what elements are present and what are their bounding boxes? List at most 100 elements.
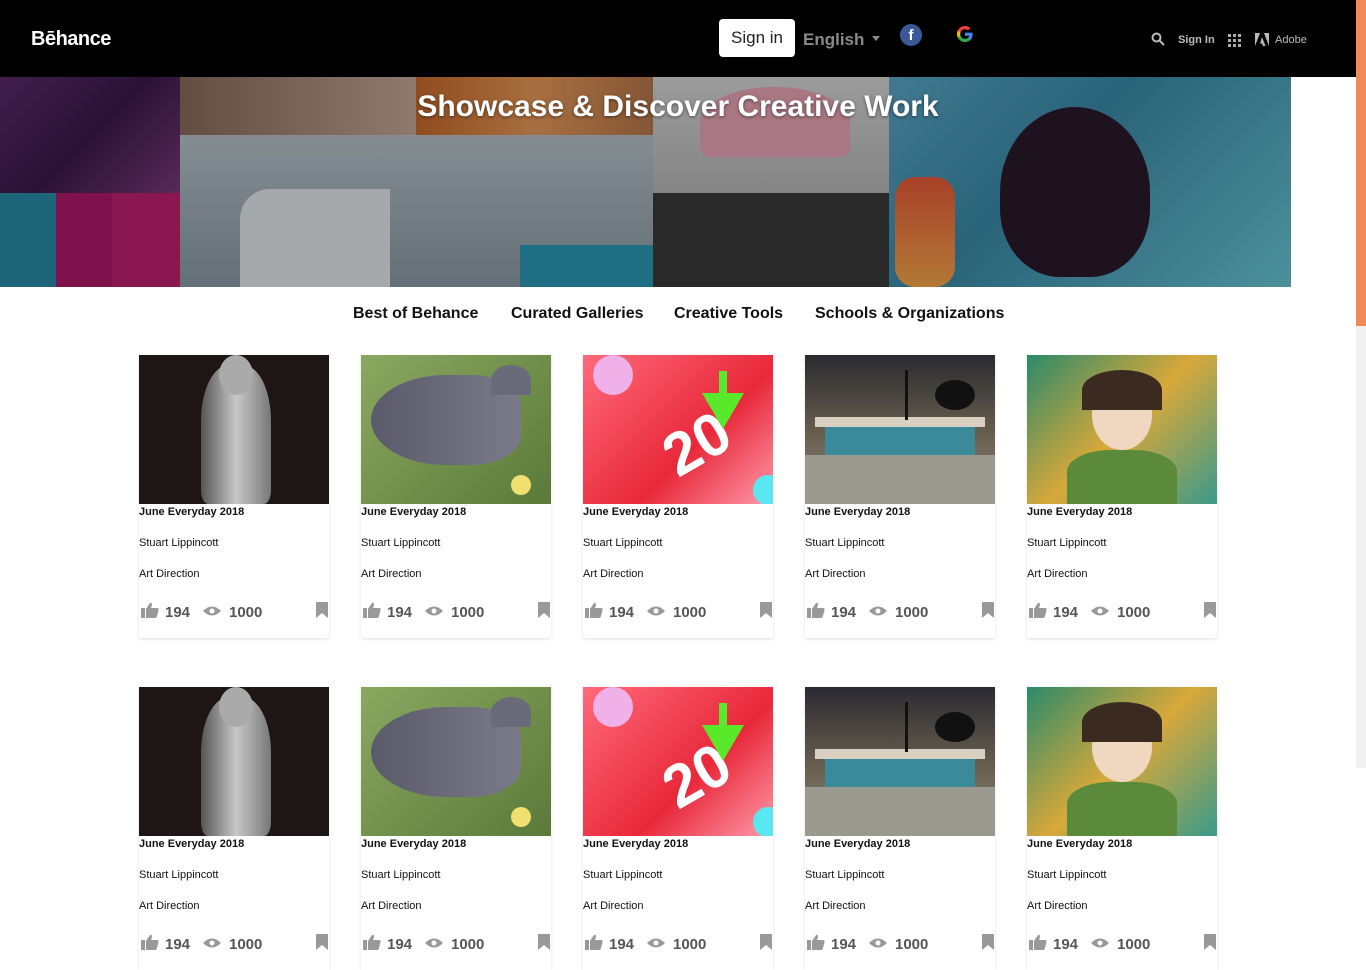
project-title[interactable]: June Everyday 2018 <box>139 838 244 850</box>
project-card[interactable]: June Everyday 2018 Stuart Lippincott Art D… <box>1027 687 1217 970</box>
project-title[interactable]: June Everyday 2018 <box>1027 838 1132 850</box>
project-author[interactable]: Stuart Lippincott <box>805 869 885 881</box>
project-author[interactable]: Stuart Lippincott <box>139 869 219 881</box>
project-thumbnail[interactable] <box>1027 355 1217 504</box>
scrollbar-thumb[interactable] <box>1356 0 1366 326</box>
project-title[interactable]: June Everyday 2018 <box>361 506 466 518</box>
project-stats: 194 1000 <box>805 600 995 621</box>
tab-creative-tools[interactable]: Creative Tools <box>674 305 783 323</box>
like-count: 194 <box>831 604 857 621</box>
project-thumbnail[interactable]: 20 <box>583 355 773 504</box>
project-title[interactable]: June Everyday 2018 <box>583 838 688 850</box>
project-stats: 194 1000 <box>361 600 551 621</box>
language-selector[interactable]: English <box>803 30 881 50</box>
project-field: Art Direction <box>805 900 866 912</box>
thumbs-up-icon <box>363 934 381 950</box>
bookmark-icon[interactable] <box>538 602 550 618</box>
project-author[interactable]: Stuart Lippincott <box>1027 537 1107 549</box>
project-author[interactable]: Stuart Lippincott <box>583 869 663 881</box>
project-title[interactable]: June Everyday 2018 <box>805 506 910 518</box>
facebook-icon[interactable]: f <box>900 24 922 46</box>
project-card[interactable]: June Everyday 2018 Stuart Lippincott Art D… <box>139 355 329 638</box>
project-card[interactable]: June Everyday 2018 Stuart Lippincott Art D… <box>139 687 329 970</box>
project-field: Art Direction <box>361 568 422 580</box>
project-field: Art Direction <box>361 900 422 912</box>
project-card[interactable]: 20 June Everyday 2018 Stuart Lippincott Art… <box>583 687 773 970</box>
sign-in-button[interactable]: Sign in <box>719 19 795 57</box>
view-count: 1000 <box>451 936 485 953</box>
nav-jobs[interactable]: Jobs <box>101 0 135 17</box>
project-thumbnail[interactable] <box>361 355 551 504</box>
eye-icon <box>869 606 887 616</box>
bookmark-icon[interactable] <box>982 602 994 618</box>
project-author[interactable]: Stuart Lippincott <box>139 537 219 549</box>
search-icon[interactable] <box>1151 32 1165 46</box>
project-card[interactable]: June Everyday 2018 Stuart Lippincott Art D… <box>1027 355 1217 638</box>
tab-best-of-behance[interactable]: Best of Behance <box>353 305 478 323</box>
thumbs-up-icon <box>141 602 159 618</box>
project-thumbnail[interactable] <box>1027 687 1217 836</box>
nav-live[interactable]: Live <box>67 0 96 17</box>
language-label: English <box>803 30 865 49</box>
like-count: 194 <box>165 604 191 621</box>
project-title[interactable]: June Everyday 2018 <box>1027 506 1132 518</box>
apps-grid-icon[interactable] <box>1228 34 1241 47</box>
project-card[interactable]: June Everyday 2018 Stuart Lippincott Art D… <box>361 355 551 638</box>
like-count: 194 <box>609 936 635 953</box>
like-count: 194 <box>387 936 413 953</box>
project-card[interactable]: June Everyday 2018 Stuart Lippincott Art D… <box>361 687 551 970</box>
project-field: Art Direction <box>805 568 866 580</box>
project-thumbnail[interactable] <box>805 687 995 836</box>
adobe-label[interactable]: Adobe <box>1275 34 1307 46</box>
project-field: Art Direction <box>1027 900 1088 912</box>
thumbs-up-icon <box>1029 602 1047 618</box>
view-count: 1000 <box>451 604 485 621</box>
eye-icon <box>203 938 221 948</box>
view-count: 1000 <box>895 936 929 953</box>
bookmark-icon[interactable] <box>760 934 772 950</box>
header-sign-in-link[interactable]: Sign In <box>1178 34 1215 46</box>
project-card[interactable]: June Everyday 2018 Stuart Lippincott Art D… <box>805 687 995 970</box>
project-thumbnail[interactable] <box>361 687 551 836</box>
project-thumbnail[interactable]: 20 <box>583 687 773 836</box>
tab-curated-galleries[interactable]: Curated Galleries <box>511 305 644 323</box>
bookmark-icon[interactable] <box>538 934 550 950</box>
tab-schools-organizations[interactable]: Schools & Organizations <box>815 305 1004 323</box>
project-title[interactable]: June Everyday 2018 <box>139 506 244 518</box>
project-field: Art Direction <box>583 568 644 580</box>
like-count: 194 <box>609 604 635 621</box>
project-stats: 194 1000 <box>583 600 773 621</box>
project-title[interactable]: June Everyday 2018 <box>361 838 466 850</box>
project-field: Art Direction <box>583 900 644 912</box>
project-card[interactable]: June Everyday 2018 Stuart Lippincott Art D… <box>805 355 995 638</box>
bookmark-icon[interactable] <box>1204 602 1216 618</box>
project-thumbnail[interactable] <box>805 355 995 504</box>
bookmark-icon[interactable] <box>316 602 328 618</box>
view-count: 1000 <box>229 604 263 621</box>
project-author[interactable]: Stuart Lippincott <box>805 537 885 549</box>
bookmark-icon[interactable] <box>760 602 772 618</box>
project-author[interactable]: Stuart Lippincott <box>361 869 441 881</box>
project-thumbnail[interactable] <box>139 355 329 504</box>
like-count: 194 <box>165 936 191 953</box>
project-stats: 194 1000 <box>139 932 329 953</box>
project-title[interactable]: June Everyday 2018 <box>583 506 688 518</box>
project-author[interactable]: Stuart Lippincott <box>583 537 663 549</box>
nav-discover[interactable]: Discover <box>0 0 62 17</box>
google-icon[interactable] <box>955 24 975 44</box>
bookmark-icon[interactable] <box>1204 934 1216 950</box>
project-card[interactable]: 20 June Everyday 2018 Stuart Lippincott Art… <box>583 355 773 638</box>
project-author[interactable]: Stuart Lippincott <box>361 537 441 549</box>
project-title[interactable]: June Everyday 2018 <box>805 838 910 850</box>
project-thumbnail[interactable] <box>139 687 329 836</box>
eye-icon <box>647 938 665 948</box>
nav-apps[interactable]: Apps <box>138 0 174 17</box>
bookmark-icon[interactable] <box>316 934 328 950</box>
like-count: 194 <box>387 604 413 621</box>
bookmark-icon[interactable] <box>982 934 994 950</box>
project-author[interactable]: Stuart Lippincott <box>1027 869 1107 881</box>
behance-logo[interactable]: Bēhance <box>31 28 111 51</box>
like-count: 194 <box>1053 604 1079 621</box>
thumbs-up-icon <box>585 934 603 950</box>
view-count: 1000 <box>673 936 707 953</box>
